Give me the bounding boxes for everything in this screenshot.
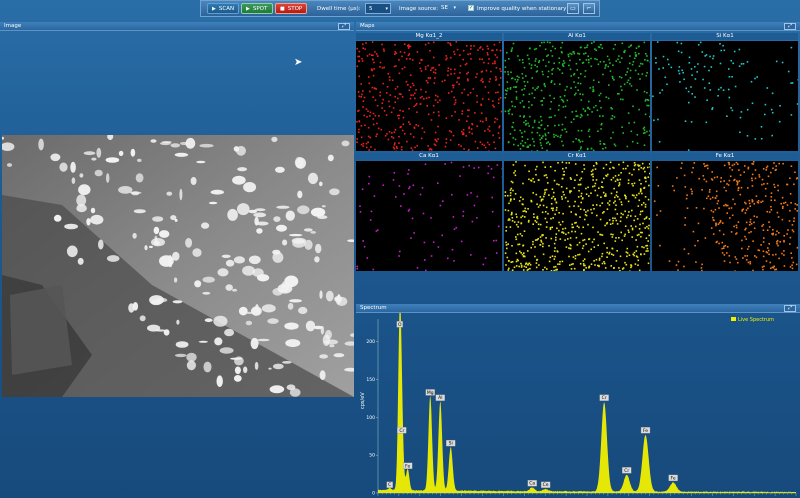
svg-text:Cr: Cr: [602, 395, 607, 401]
improve-quality-label: Improve quality when stationary: [477, 6, 567, 12]
map-title-0: Mg Kα1_2: [356, 33, 502, 40]
electron-image[interactable]: [2, 135, 354, 397]
element-map-0[interactable]: [356, 41, 503, 153]
dwell-time-value: 5: [369, 6, 373, 12]
electron-image-texture: [2, 135, 354, 397]
element-map-dots: [653, 161, 800, 273]
spot-button[interactable]: ▶ SPOT: [241, 3, 273, 14]
scan-button[interactable]: ▶ SCAN: [207, 3, 239, 14]
spectrum-area: [378, 313, 796, 493]
image-source-select[interactable]: SE ▾: [438, 3, 458, 14]
peak-label[interactable]: Cr: [622, 467, 632, 474]
peak-label[interactable]: Fe: [640, 427, 651, 434]
peak-label[interactable]: Ce: [540, 481, 551, 489]
x-ticks: [377, 493, 797, 496]
scan-label: SCAN: [218, 6, 235, 12]
peak-label[interactable]: Fe: [403, 462, 413, 470]
element-map-dots: [356, 161, 504, 272]
svg-text:Cr: Cr: [624, 468, 629, 474]
spectrum-chart[interactable]: cps/eV 0 50 100 150 200 C O Cr Fe Mg Al Si Ca Ce Cr Cr…: [356, 313, 800, 498]
layout-icon[interactable]: ▭: [567, 3, 579, 14]
y-tick-label: 200: [366, 339, 375, 345]
peak-label[interactable]: O: [396, 321, 403, 328]
legend-swatch: [731, 317, 736, 321]
maps-panel-title: Maps: [360, 23, 375, 29]
image-panel-title: Image: [4, 23, 22, 29]
toolbar: ▶ SCAN ▶ SPOT ■ STOP Dwell time (µs): 5 ▾ I…: [200, 0, 600, 17]
maximize-icon[interactable]: ⤢: [784, 23, 796, 30]
svg-text:Ca: Ca: [529, 481, 535, 487]
maximize-icon[interactable]: ⤢: [338, 23, 350, 30]
peak-label[interactable]: Al: [435, 394, 445, 402]
svg-text:O: O: [398, 322, 402, 328]
map-title-2: Si Kα1: [652, 33, 798, 40]
peak-label[interactable]: Fe: [668, 474, 678, 482]
peak-label[interactable]: C: [386, 481, 393, 489]
y-ticks: 0 50 100 150 200: [366, 339, 378, 497]
peak-label[interactable]: Ca: [527, 480, 537, 487]
svg-text:Fe: Fe: [643, 428, 648, 434]
element-map-1[interactable]: [504, 41, 652, 153]
mouse-cursor: ➤: [294, 57, 303, 68]
element-map-2[interactable]: [652, 41, 800, 151]
y-tick-label: 0: [372, 491, 375, 497]
image-source-label: Image source:: [399, 6, 439, 12]
maximize-icon[interactable]: ⤢: [784, 305, 796, 312]
dwell-time-label: Dwell time (µs):: [317, 6, 361, 12]
spot-label: SPOT: [252, 6, 268, 12]
spectrum-panel-header: Spectrum ⤢: [356, 304, 800, 313]
map-title-4: Cr Kα1: [504, 153, 650, 160]
element-map-4[interactable]: [504, 161, 652, 273]
legend-label: Live Spectrum: [738, 317, 774, 323]
element-map-dots: [356, 41, 503, 153]
peak-label[interactable]: Cr: [397, 427, 407, 434]
svg-text:Si: Si: [449, 441, 453, 447]
play-icon: ▶: [212, 6, 216, 12]
svg-text:Fe: Fe: [405, 463, 410, 469]
element-map-dots: [504, 41, 652, 153]
image-source-value: SE: [441, 5, 448, 11]
map-title-5: Fe Kα1: [652, 153, 798, 160]
peak-label[interactable]: Mg: [425, 389, 435, 396]
spectrum-panel-title: Spectrum: [360, 305, 387, 311]
chart-icon[interactable]: ⌐: [583, 3, 595, 14]
dwell-time-select[interactable]: 5 ▾: [365, 3, 391, 14]
peak-label[interactable]: Cr: [599, 394, 609, 402]
svg-text:Fe: Fe: [671, 475, 676, 481]
peak-label[interactable]: Si: [446, 439, 456, 447]
element-map-dots: [504, 161, 652, 273]
element-map-3[interactable]: [356, 161, 504, 272]
map-title-1: Al Kα1: [504, 33, 650, 40]
svg-text:Mg: Mg: [427, 390, 434, 396]
y-tick-label: 150: [366, 377, 375, 383]
maps-panel-header: Maps ⤢: [356, 22, 800, 31]
improve-quality-checkbox[interactable]: ✓: [468, 5, 474, 11]
play-icon: ▶: [246, 6, 250, 12]
svg-text:C: C: [388, 482, 391, 488]
chevron-down-icon: ▾: [385, 6, 388, 12]
y-tick-label: 50: [369, 453, 375, 459]
stop-label: STOP: [287, 6, 303, 12]
image-panel-header: Image ⤢: [0, 22, 354, 31]
svg-text:Al: Al: [438, 395, 442, 401]
y-tick-label: 100: [366, 415, 375, 421]
element-map-dots: [652, 41, 800, 151]
map-title-3: Ca Kα1: [356, 153, 502, 160]
svg-text:Ce: Ce: [543, 482, 549, 488]
svg-text:Cr: Cr: [399, 428, 404, 434]
y-axis-label: cps/eV: [360, 392, 366, 409]
chevron-down-icon: ▾: [453, 5, 456, 11]
stop-button[interactable]: ■ STOP: [275, 3, 307, 14]
stop-icon: ■: [280, 6, 285, 12]
element-map-5[interactable]: [652, 161, 800, 273]
